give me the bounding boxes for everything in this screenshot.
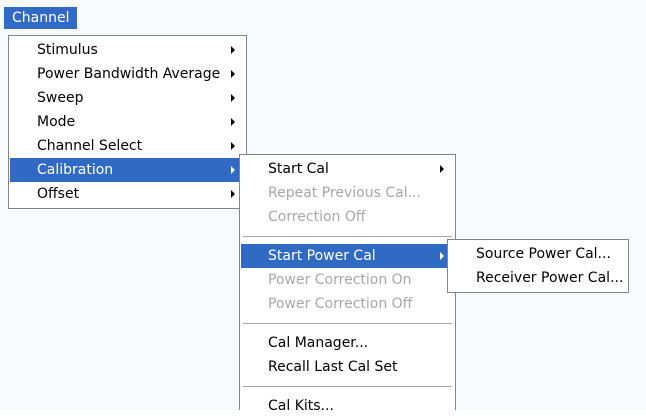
submenu-arrow-icon: [440, 165, 444, 173]
menu-item-channel-select[interactable]: Channel Select: [10, 134, 245, 158]
menu-item-label: Stimulus: [37, 42, 98, 58]
channel-menu: Stimulus Power Bandwidth Average Sweep M…: [8, 35, 247, 209]
power-cal-submenu: Source Power Cal... Receiver Power Cal..…: [447, 239, 629, 293]
menu-item-repeat-previous-cal[interactable]: Repeat Previous Cal...: [241, 181, 454, 205]
menu-item-calibration[interactable]: Calibration: [10, 158, 245, 182]
menu-item-label: Sweep: [37, 90, 84, 106]
menu-item-label: Recall Last Cal Set: [268, 359, 398, 375]
menu-item-label: Power Correction On: [268, 272, 412, 288]
submenu-arrow-icon: [440, 252, 444, 260]
submenu-arrow-icon: [231, 142, 235, 150]
menu-item-label: Cal Manager...: [268, 335, 369, 351]
menu-item-power-correction-on[interactable]: Power Correction On: [241, 268, 454, 292]
menu-item-power-bandwidth-average[interactable]: Power Bandwidth Average: [10, 62, 245, 86]
menu-item-mode[interactable]: Mode: [10, 110, 245, 134]
menu-item-start-cal[interactable]: Start Cal: [241, 157, 454, 181]
menu-item-start-power-cal[interactable]: Start Power Cal: [241, 244, 454, 268]
menu-separator: [243, 386, 452, 387]
menu-item-label: Calibration: [37, 162, 114, 178]
menu-item-label: Power Correction Off: [268, 296, 413, 312]
menu-item-label: Repeat Previous Cal...: [268, 185, 421, 201]
menu-item-label: Mode: [37, 114, 76, 130]
menu-item-cal-kits[interactable]: Cal Kits...: [241, 394, 454, 418]
menu-item-cal-manager[interactable]: Cal Manager...: [241, 331, 454, 355]
menu-item-label: Correction Off: [268, 209, 366, 225]
submenu-arrow-icon: [231, 70, 235, 78]
menu-channel[interactable]: Channel: [4, 7, 78, 29]
menu-item-receiver-power-cal[interactable]: Receiver Power Cal...: [449, 266, 627, 290]
menu-item-offset[interactable]: Offset: [10, 182, 245, 206]
menu-item-label: Start Power Cal: [268, 248, 376, 264]
submenu-arrow-icon: [231, 94, 235, 102]
menu-item-label: Receiver Power Cal...: [476, 270, 624, 286]
menu-item-label: Start Cal: [268, 161, 329, 177]
menu-item-label: Offset: [37, 186, 80, 202]
menu-separator: [243, 236, 452, 237]
menu-item-stimulus[interactable]: Stimulus: [10, 38, 245, 62]
menu-item-power-correction-off[interactable]: Power Correction Off: [241, 292, 454, 316]
menu-item-label: Channel Select: [37, 138, 143, 154]
menu-item-correction-off[interactable]: Correction Off: [241, 205, 454, 229]
menu-item-label: Power Bandwidth Average: [37, 66, 221, 82]
calibration-submenu: Start Cal Repeat Previous Cal... Correct…: [239, 154, 456, 414]
menu-item-sweep[interactable]: Sweep: [10, 86, 245, 110]
menu-separator: [243, 323, 452, 324]
menu-item-label: Cal Kits...: [268, 398, 334, 414]
submenu-arrow-icon: [231, 190, 235, 198]
submenu-arrow-icon: [231, 166, 235, 174]
submenu-arrow-icon: [231, 118, 235, 126]
submenu-arrow-icon: [231, 46, 235, 54]
menu-item-label: Source Power Cal...: [476, 246, 611, 262]
menu-item-recall-last-cal-set[interactable]: Recall Last Cal Set: [241, 355, 454, 379]
menu-item-source-power-cal[interactable]: Source Power Cal...: [449, 242, 627, 266]
